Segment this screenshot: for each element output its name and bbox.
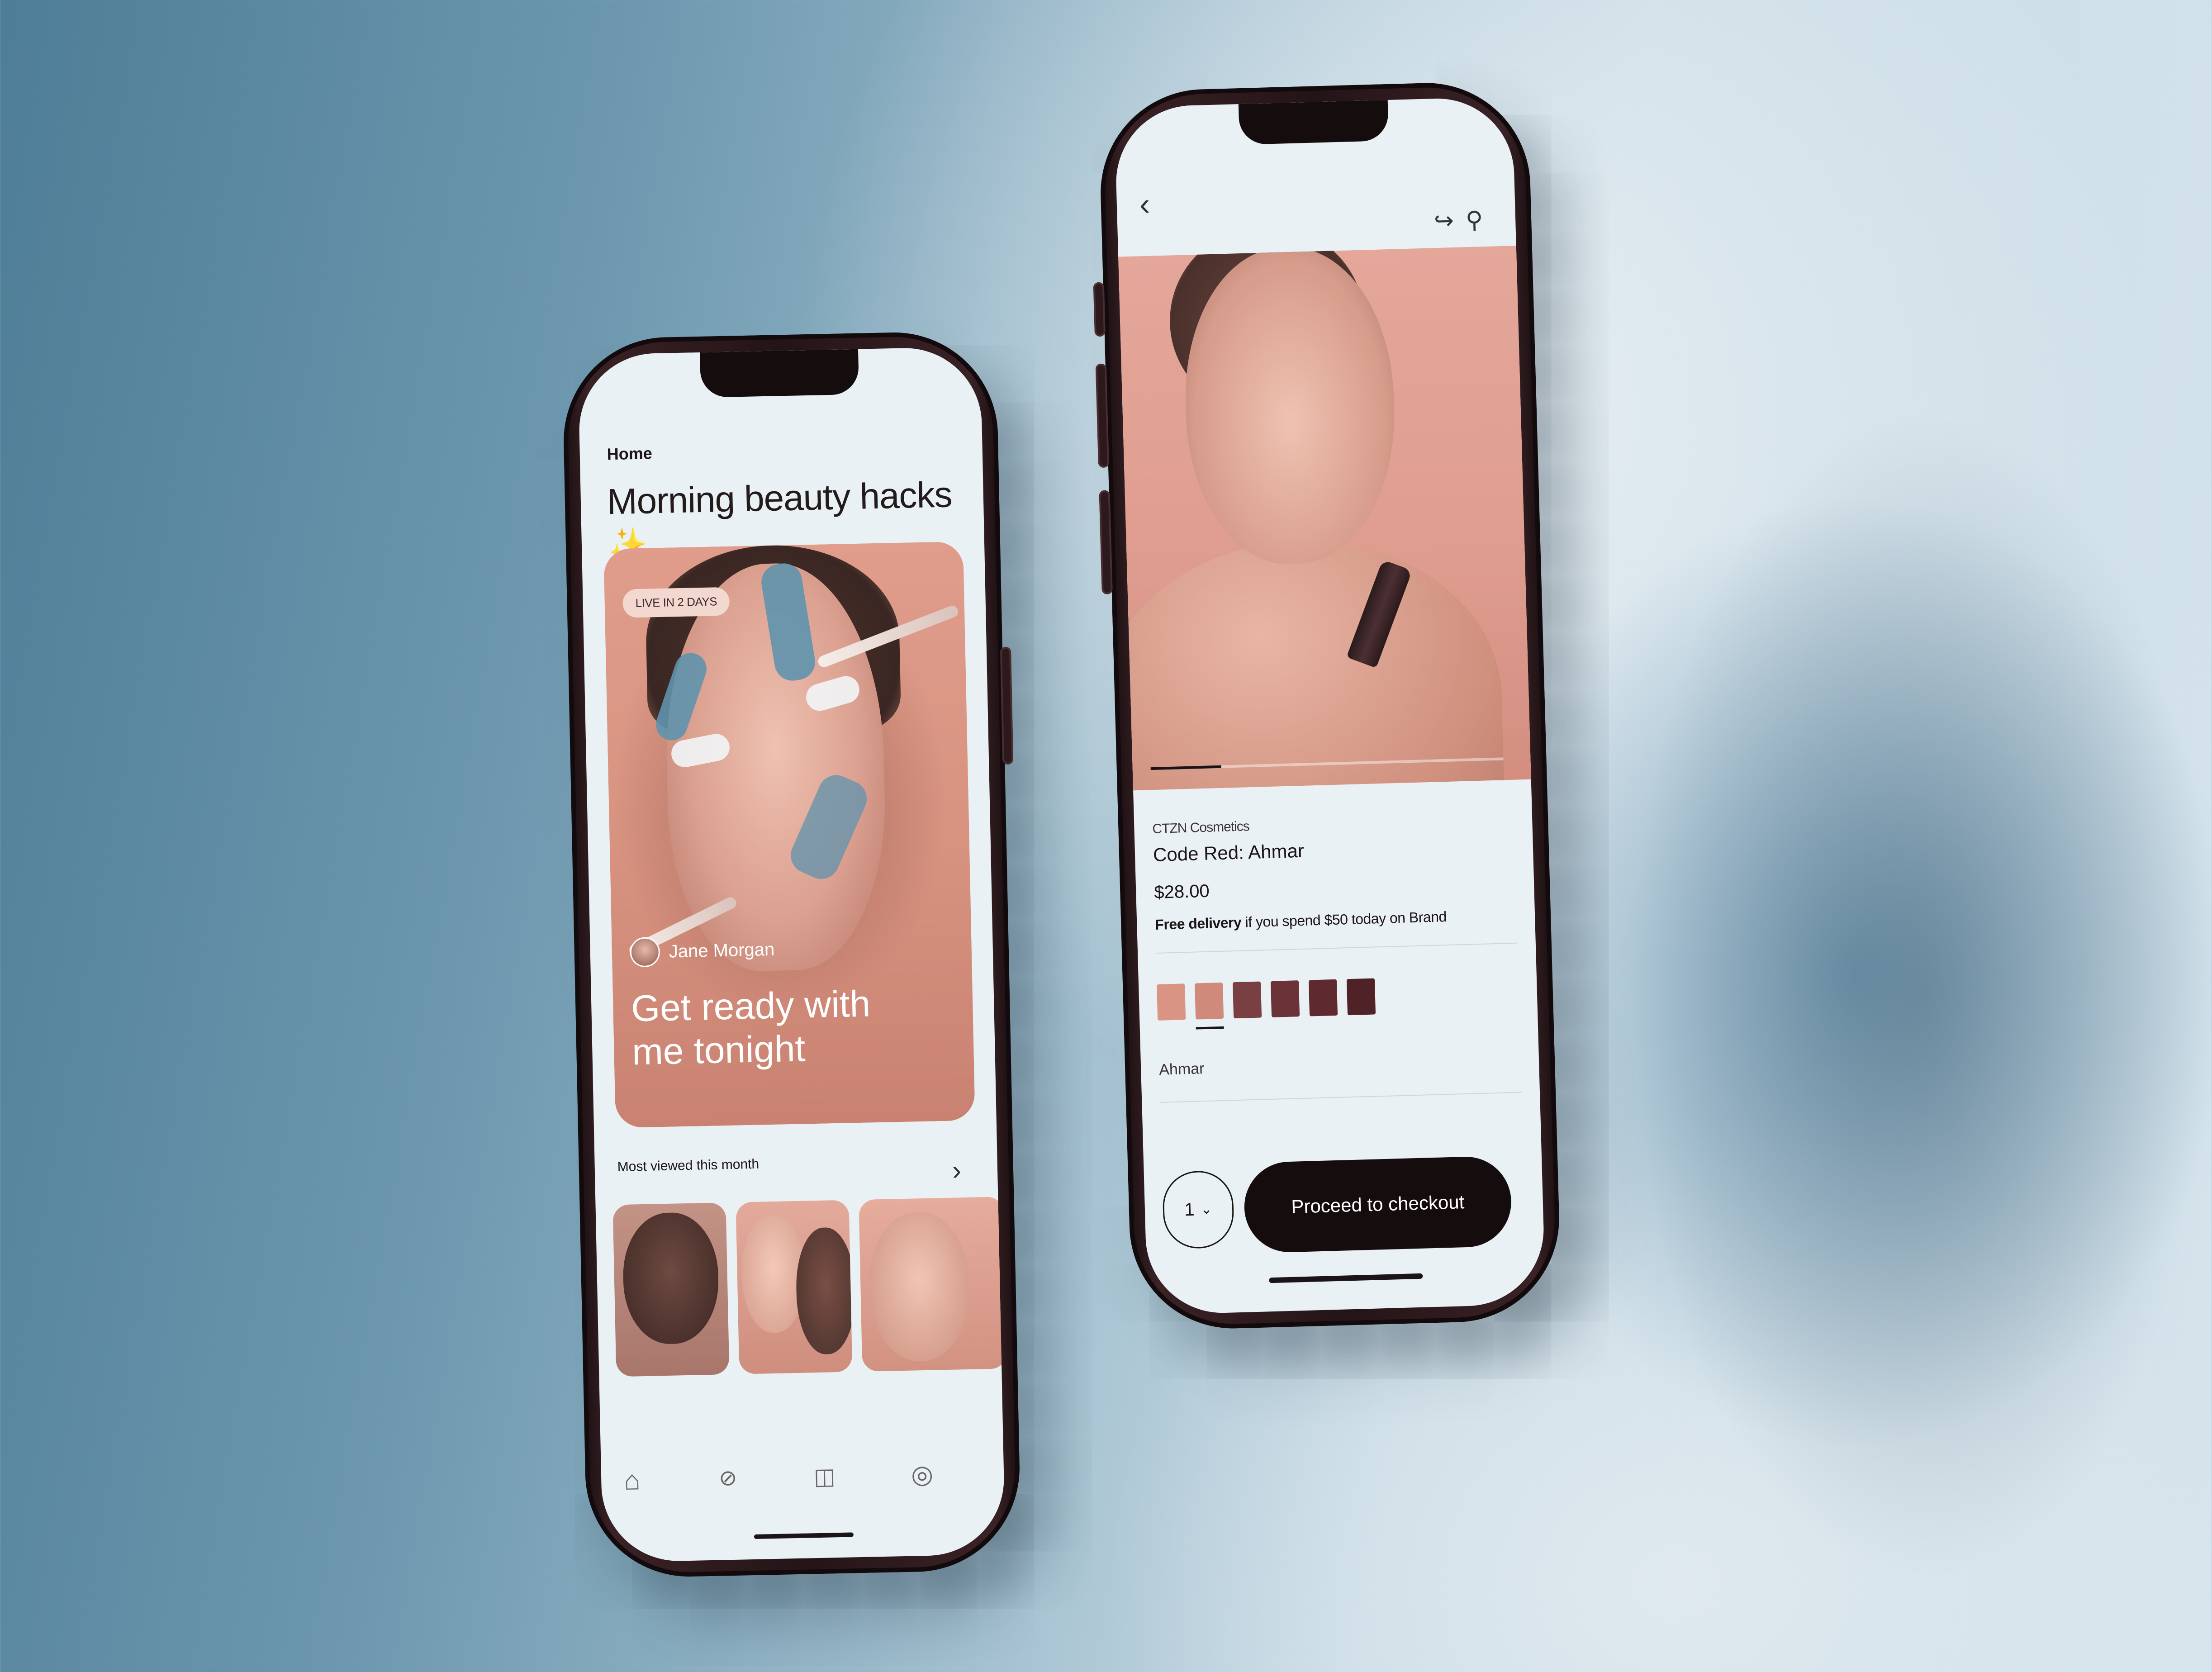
volume-up-button [1095,363,1110,468]
brand-name[interactable]: CTZN Cosmetics [1152,819,1249,837]
thumbnail-card[interactable] [612,1202,730,1377]
section-title: Most viewed this month [617,1156,759,1175]
model-face [1181,246,1399,567]
notch [700,349,859,398]
thumbnail-card[interactable] [859,1197,1006,1372]
phone-product: ‹ ↪ ⚲ CTZN Cosmetics Code Red: Ahmar $28… [1093,80,1562,1331]
volume-down-button [1099,490,1113,594]
featured-video-card[interactable]: LIVE IN 2 DAYS Jane Morgan Get ready wit… [603,541,975,1128]
avatar [630,937,660,968]
mute-switch [1093,282,1106,337]
featured-caption: Get ready with me tonight [631,983,871,1073]
tab-bar: ⌂ ⊘ ◫ ◎ [601,1436,1005,1526]
thumbnail-image [795,1227,853,1355]
bookmark-icon[interactable]: ⚲ [1465,207,1483,233]
shade-swatch[interactable] [1232,981,1262,1019]
user-icon[interactable]: ◎ [911,1460,933,1489]
author-row[interactable]: Jane Morgan [630,935,775,968]
delivery-bold: Free delivery [1154,914,1242,933]
breadcrumb[interactable]: Home [607,444,652,464]
author-name: Jane Morgan [669,939,775,962]
side-button [1000,646,1014,765]
model-body [1118,536,1506,791]
home-screen: Home Morning beauty hacks ✨ LIVE IN 2 DA… [578,346,1006,1563]
phone-home: Home Morning beauty hacks ✨ LIVE IN 2 DA… [561,330,1022,1579]
divider [1156,942,1518,954]
product-name: Code Red: Ahmar [1153,840,1305,866]
home-indicator [754,1532,854,1539]
home-indicator [1269,1273,1423,1283]
thumbnail-card[interactable] [736,1200,853,1374]
share-icon[interactable]: ↪ [1434,208,1454,234]
bag-icon[interactable]: ◫ [814,1463,835,1490]
delivery-rest: if you spend $50 today on Brand [1241,908,1447,931]
chevron-right-icon[interactable]: › [952,1155,961,1185]
thumbnail-image [622,1211,720,1345]
compass-icon[interactable]: ⊘ [719,1465,737,1492]
product-price: $28.00 [1153,881,1210,903]
live-badge: LIVE IN 2 DAYS [622,587,730,618]
quantity-value: 1 [1184,1199,1195,1220]
product-screen: ‹ ↪ ⚲ CTZN Cosmetics Code Red: Ahmar $28… [1114,96,1546,1315]
product-image[interactable] [1118,246,1531,791]
shade-swatch[interactable] [1308,979,1338,1016]
divider [1160,1092,1522,1103]
shade-swatch[interactable] [1157,983,1186,1021]
chevron-down-icon: ⌄ [1201,1202,1213,1217]
selected-shade-name: Ahmar [1158,1060,1205,1078]
back-icon[interactable]: ‹ [1139,186,1150,222]
checkout-button[interactable]: Proceed to checkout [1243,1155,1513,1254]
home-icon[interactable]: ⌂ [624,1465,641,1496]
shade-swatch[interactable] [1270,980,1300,1017]
shade-swatch[interactable] [1195,982,1224,1020]
shade-swatch[interactable] [1346,978,1376,1016]
page-title-text: Morning beauty hacks [607,474,953,522]
quantity-select[interactable]: 1 ⌄ [1162,1170,1235,1249]
notch [1238,100,1389,145]
thumbnail-image [868,1211,971,1363]
shade-swatches [1157,978,1376,1021]
delivery-note: Free delivery if you spend $50 today on … [1155,908,1447,933]
